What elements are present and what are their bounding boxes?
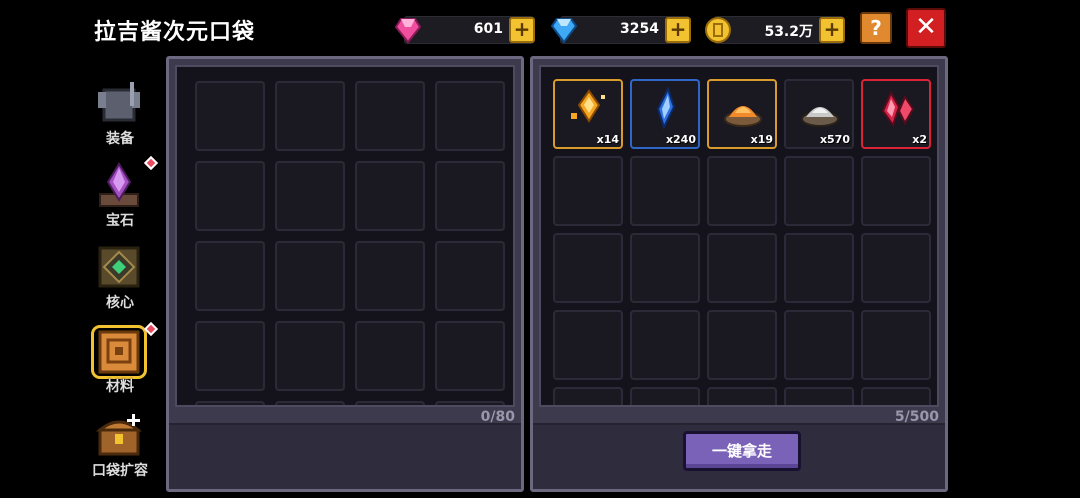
material-slot[interactable] (630, 156, 700, 226)
red-crystal-icon (881, 90, 915, 128)
materials-footer: 一键拿走 (533, 423, 945, 489)
materials-panel: x14 x240 x19 x570 x2 5/500 一键拿走 (530, 56, 948, 492)
blue-diamond-icon (549, 15, 579, 45)
materials-grid: x14 x240 x19 x570 x2 (553, 79, 931, 405)
pocket-grid-viewport[interactable] (175, 65, 515, 407)
material-slot[interactable] (553, 310, 623, 380)
pocket-slot[interactable] (355, 401, 425, 405)
sidebar-item-materials[interactable]: 材料 (80, 321, 160, 404)
add-gold-coin-button[interactable]: + (819, 17, 845, 43)
material-slot[interactable] (707, 156, 777, 226)
pocket-slot[interactable] (435, 161, 505, 231)
pocket-slot[interactable] (275, 321, 345, 391)
material-slot[interactable] (553, 156, 623, 226)
pocket-slot[interactable] (355, 161, 425, 231)
material-slot[interactable] (707, 233, 777, 303)
add-blue-diamond-button[interactable]: + (665, 17, 691, 43)
material-slot[interactable] (707, 387, 777, 405)
material-slot-red-crystal[interactable]: x2 (861, 79, 931, 149)
pocket-footer (169, 423, 521, 489)
blue-diamond-counter: 3254 + (550, 16, 691, 44)
gold-shard-icon (571, 89, 605, 123)
material-slot[interactable] (784, 310, 854, 380)
pocket-slot[interactable] (195, 241, 265, 311)
pocket-slot[interactable] (355, 81, 425, 151)
pocket-slot[interactable] (355, 321, 425, 391)
page-title: 拉吉酱次元口袋 (94, 20, 256, 45)
pocket-slot[interactable] (435, 321, 505, 391)
material-slot[interactable] (707, 310, 777, 380)
gold-coin-counter: 53.2万 + (705, 16, 845, 44)
pocket-slot[interactable] (195, 81, 265, 151)
armor-icon (94, 80, 144, 128)
orange-powder-icon (724, 106, 762, 127)
material-slot-silver-dust[interactable]: x570 (784, 79, 854, 149)
blue-crystal-icon (656, 87, 676, 130)
pocket-grid (195, 81, 505, 405)
pocket-slot[interactable] (195, 321, 265, 391)
pocket-slot[interactable] (275, 241, 345, 311)
pocket-slot[interactable] (355, 241, 425, 311)
pocket-slot[interactable] (275, 161, 345, 231)
silver-dust-icon (801, 107, 839, 127)
material-slot[interactable] (861, 233, 931, 303)
gem-icon (94, 162, 144, 210)
sidebar-item-gems[interactable]: 宝石 (80, 155, 160, 238)
take-all-button[interactable]: 一键拿走 (683, 431, 801, 471)
pocket-slot[interactable] (195, 161, 265, 231)
gems-notification-badge (143, 155, 159, 171)
material-slot[interactable] (784, 387, 854, 405)
material-slot[interactable] (553, 233, 623, 303)
pocket-slot[interactable] (275, 401, 345, 405)
treasure-chest-icon (94, 412, 144, 460)
pink-gem-counter: 601 + (394, 16, 535, 44)
help-button[interactable]: ? (860, 12, 892, 44)
add-pink-gem-button[interactable]: + (509, 17, 535, 43)
sidebar-item-equipment[interactable]: 装备 (80, 76, 160, 156)
material-slot[interactable] (630, 387, 700, 405)
pocket-slot[interactable] (195, 401, 265, 405)
core-icon (94, 244, 144, 292)
material-slot-orange-powder[interactable]: x19 (707, 79, 777, 149)
gold-coin-icon (703, 15, 733, 45)
pocket-slot[interactable] (275, 81, 345, 151)
material-slot[interactable] (784, 156, 854, 226)
material-slot[interactable] (861, 387, 931, 405)
material-slot[interactable] (861, 156, 931, 226)
material-book-icon (91, 325, 147, 379)
material-slot-gold-shard[interactable]: x14 (553, 79, 623, 149)
material-slot-blue-crystal[interactable]: x240 (630, 79, 700, 149)
pocket-slot[interactable] (435, 241, 505, 311)
sidebar-item-core[interactable]: 核心 (80, 240, 160, 320)
materials-notification-badge (143, 321, 159, 337)
pocket-panel: 0/80 (166, 56, 524, 492)
material-slot[interactable] (553, 387, 623, 405)
material-slot[interactable] (630, 310, 700, 380)
materials-grid-viewport[interactable]: x14 x240 x19 x570 x2 (539, 65, 939, 407)
sidebar-item-expand-pocket[interactable]: 口袋扩容 (80, 408, 160, 488)
pocket-slot[interactable] (435, 401, 505, 405)
material-slot[interactable] (861, 310, 931, 380)
material-slot[interactable] (784, 233, 854, 303)
material-slot[interactable] (630, 233, 700, 303)
close-button[interactable]: ✕ (906, 8, 946, 48)
pocket-slot[interactable] (435, 81, 505, 151)
pink-gem-icon (393, 15, 423, 45)
